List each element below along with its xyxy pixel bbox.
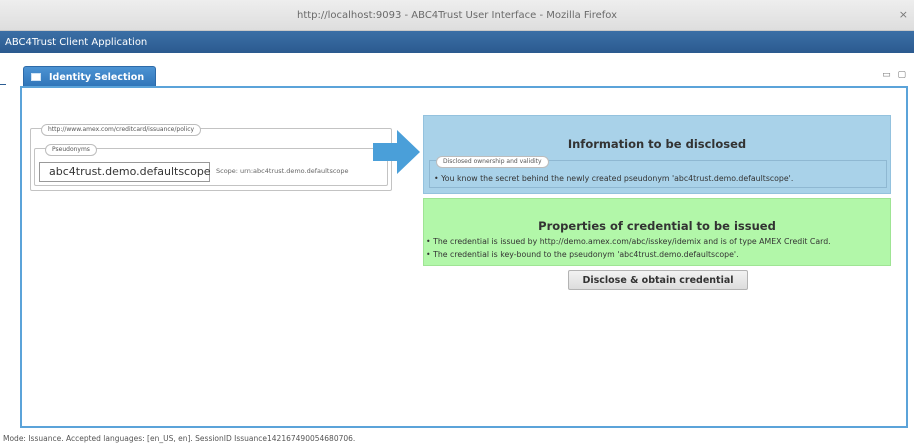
issuance-item: • The credential is issued by http://dem… xyxy=(426,237,831,246)
portlet-body: http://www.amex.com/creditcard/issuance/… xyxy=(20,86,908,428)
app-header: ABC4Trust Client Application xyxy=(0,31,914,53)
issuance-item: • The credential is key-bound to the pse… xyxy=(426,250,739,259)
policy-uri-label: http://www.amex.com/creditcard/issuance/… xyxy=(41,124,202,136)
pseudonyms-fieldset: Pseudonyms abc4trust.demo.defaultscope S… xyxy=(34,144,388,186)
status-text: Mode: Issuance. Accepted languages: [en_… xyxy=(3,434,356,443)
disclosure-title: Information to be disclosed xyxy=(567,137,747,151)
disclose-obtain-button[interactable]: Disclose & obtain credential xyxy=(568,270,748,290)
close-icon[interactable]: × xyxy=(899,8,908,21)
tab-label: Identity Selection xyxy=(49,71,145,83)
window-titlebar: http://localhost:9093 - ABC4Trust User I… xyxy=(0,0,914,31)
pseudonyms-label: Pseudonyms xyxy=(45,144,97,156)
disclosure-panel: Information to be disclosed Disclosed ow… xyxy=(423,115,891,194)
portlet-controls[interactable]: ▭ ▢ xyxy=(882,70,908,80)
tab-identity-selection[interactable]: Identity Selection xyxy=(23,66,156,87)
window-title: http://localhost:9093 - ABC4Trust User I… xyxy=(296,9,617,21)
identity-selection-portlet: Identity Selection ▭ ▢ http://www.amex.c… xyxy=(20,66,908,428)
disclosure-section: Disclosed ownership and validity • You k… xyxy=(429,156,887,188)
issuance-title: Properties of credential to be issued xyxy=(538,219,776,233)
disclosure-item: • You know the secret behind the newly c… xyxy=(434,174,794,183)
app-title: ABC4Trust Client Application xyxy=(5,36,148,48)
policy-fieldset: http://www.amex.com/creditcard/issuance/… xyxy=(30,124,392,191)
edge-marker xyxy=(0,84,6,88)
issuance-panel: Properties of credential to be issued • … xyxy=(423,198,891,266)
disclosure-section-label: Disclosed ownership and validity xyxy=(436,156,549,168)
window-icon xyxy=(31,73,41,81)
right-arrow-icon xyxy=(373,130,420,174)
pseudonym-select[interactable]: abc4trust.demo.defaultscope xyxy=(39,162,211,182)
scope-text: Scope: urn:abc4trust.demo.defaultscope xyxy=(216,167,349,175)
